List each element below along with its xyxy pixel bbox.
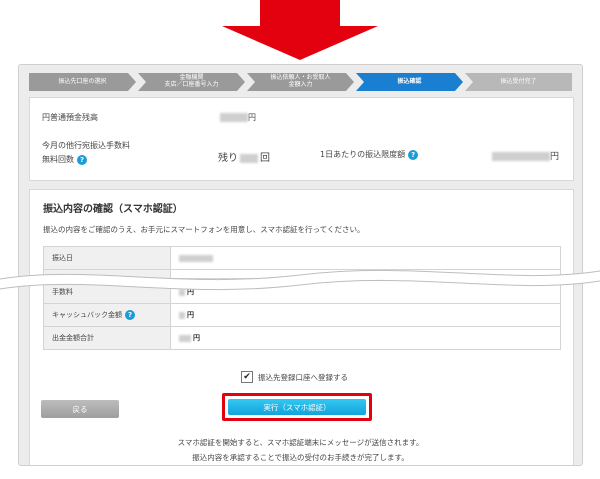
row-label: キャッシュバック金額? bbox=[44, 304, 171, 326]
panel-description: 振込の内容をご確認のうえ、お手元にスマートフォンを用意し、スマホ認証を行ってくだ… bbox=[43, 225, 365, 234]
balance-value: 円 bbox=[220, 112, 256, 123]
progress-steps: 振込先口座の選択 金融機関 支店／口座番号入力 振込依頼人・お受取人 金額入力 … bbox=[29, 73, 572, 91]
note-line-2: 振込内容を承認することで振込の受付のお手続きが完了します。 bbox=[192, 453, 409, 462]
step-amount-input: 振込依頼人・お受取人 金額入力 bbox=[247, 73, 354, 91]
back-button[interactable]: 戻る bbox=[41, 400, 119, 418]
step-select-account: 振込先口座の選択 bbox=[29, 73, 136, 91]
register-account-checkbox[interactable]: ✔ 振込先登録口座へ登録する bbox=[241, 371, 348, 383]
daily-limit-value: 円 bbox=[492, 149, 559, 162]
row-label: 出金金額合計 bbox=[44, 327, 171, 349]
help-icon[interactable]: ? bbox=[125, 310, 135, 320]
masked-balance bbox=[220, 113, 248, 122]
masked-limit bbox=[492, 152, 550, 161]
confirmation-panel: 振込内容の確認（スマホ認証） 振込の内容をご確認のうえ、お手元にスマートフォンを… bbox=[29, 189, 574, 465]
row-value: 円 bbox=[171, 327, 560, 349]
help-icon[interactable]: ? bbox=[408, 149, 419, 160]
fee-label: 今月の他行宛振込手数料 bbox=[42, 141, 130, 150]
help-icon[interactable]: ? bbox=[77, 154, 87, 165]
panel-title: 振込内容の確認（スマホ認証） bbox=[43, 204, 183, 215]
balance-panel: 円普通預金残高 円 今月の他行宛振込手数料 無料回数? 残り回 1日あたりの振込… bbox=[29, 97, 574, 181]
page-cut-wave bbox=[0, 269, 600, 291]
checkbox-label: 振込先登録口座へ登録する bbox=[258, 372, 348, 382]
daily-limit-label: 1日あたりの振込限度額? bbox=[320, 149, 419, 160]
note-line-1: スマホ認証を開始すると、スマホ認証端末にメッセージが送信されます。 bbox=[177, 438, 424, 447]
remaining-count: 残り回 bbox=[218, 153, 270, 164]
step-confirm: 振込確認 bbox=[356, 73, 463, 91]
red-down-arrow-icon bbox=[222, 0, 378, 60]
balance-label: 円普通預金残高 bbox=[42, 113, 98, 122]
table-row: 出金金額合計 円 bbox=[44, 327, 560, 349]
checkbox-checked-icon[interactable]: ✔ bbox=[241, 371, 253, 383]
free-count-label: 無料回数? bbox=[42, 154, 87, 165]
step-bank-branch: 金融機関 支店／口座番号入力 bbox=[138, 73, 245, 91]
step-complete: 振込受付完了 bbox=[465, 73, 572, 91]
row-value: 円 bbox=[171, 304, 560, 326]
table-row: キャッシュバック金額? 円 bbox=[44, 304, 560, 327]
execute-smartphone-auth-button[interactable]: 実行（スマホ認証） bbox=[228, 399, 366, 415]
